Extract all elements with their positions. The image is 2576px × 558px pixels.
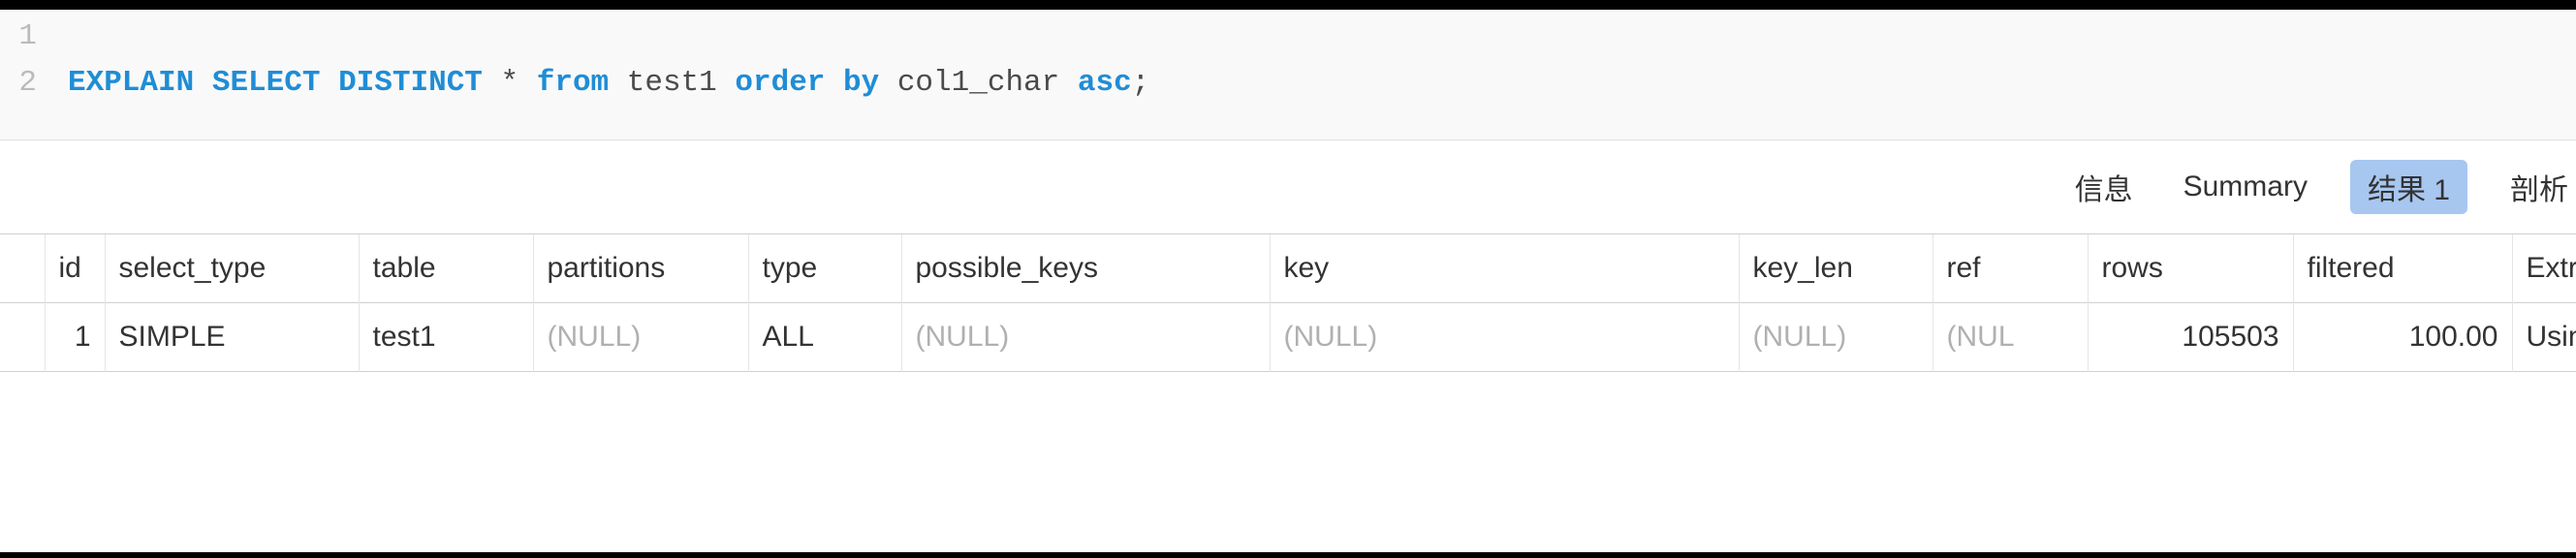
- col-rows[interactable]: rows: [2088, 234, 2293, 303]
- col-extra[interactable]: Extra: [2512, 234, 2576, 303]
- cell-select-type[interactable]: SIMPLE: [105, 303, 359, 372]
- col-table[interactable]: table: [359, 234, 533, 303]
- col-select-type[interactable]: select_type: [105, 234, 359, 303]
- table-header-row: id select_type table partitions type pos…: [0, 234, 2576, 303]
- window-bottom-border: [0, 552, 2576, 558]
- sql-token: SELECT: [212, 66, 321, 100]
- cell-partitions[interactable]: (NULL): [533, 303, 748, 372]
- col-id[interactable]: id: [45, 234, 105, 303]
- sql-token: *: [501, 66, 519, 100]
- line-number: 1: [0, 14, 68, 60]
- results-grid[interactable]: id select_type table partitions type pos…: [0, 233, 2576, 372]
- col-partitions[interactable]: partitions: [533, 234, 748, 303]
- sql-editor[interactable]: 1 2 EXPLAIN SELECT DISTINCT * from test1…: [0, 10, 2576, 140]
- cell-table[interactable]: test1: [359, 303, 533, 372]
- null-value: (NULL): [1284, 321, 1378, 353]
- code-content[interactable]: EXPLAIN SELECT DISTINCT * from test1 ord…: [68, 60, 1149, 107]
- sql-token: [518, 66, 537, 100]
- col-ref[interactable]: ref: [1932, 234, 2088, 303]
- sql-token: from: [537, 66, 609, 100]
- sql-token: order by: [735, 66, 879, 100]
- cell-id[interactable]: 1: [45, 303, 105, 372]
- table-row[interactable]: 1 SIMPLE test1 (NULL) ALL (NULL) (NULL) …: [0, 303, 2576, 372]
- cell-ref[interactable]: (NUL: [1932, 303, 2088, 372]
- results-tabs: 信息 Summary 结果 1 剖析: [0, 140, 2576, 233]
- col-filtered[interactable]: filtered: [2293, 234, 2512, 303]
- col-possible-keys[interactable]: possible_keys: [901, 234, 1270, 303]
- cell-key[interactable]: (NULL): [1270, 303, 1739, 372]
- col-type[interactable]: type: [748, 234, 901, 303]
- tab-profile[interactable]: 剖析: [2502, 160, 2576, 214]
- null-value: (NUL: [1947, 321, 2015, 353]
- sql-token: [194, 66, 212, 100]
- line-number: 2: [0, 60, 68, 107]
- row-handle[interactable]: [0, 303, 45, 372]
- sql-token: DISTINCT: [338, 66, 483, 100]
- explain-table: id select_type table partitions type pos…: [0, 234, 2576, 372]
- cell-filtered[interactable]: 100.00: [2293, 303, 2512, 372]
- cell-extra[interactable]: Using: [2512, 303, 2576, 372]
- col-key[interactable]: key: [1270, 234, 1739, 303]
- sql-token: col1_char: [879, 66, 1078, 100]
- col-key-len[interactable]: key_len: [1739, 234, 1932, 303]
- null-value: (NULL): [548, 321, 642, 353]
- cell-key-len[interactable]: (NULL): [1739, 303, 1932, 372]
- sql-token: EXPLAIN: [68, 66, 194, 100]
- code-line-1: 1: [0, 14, 2576, 60]
- code-line-2: 2 EXPLAIN SELECT DISTINCT * from test1 o…: [0, 60, 2576, 107]
- tab-summary[interactable]: Summary: [2176, 165, 2315, 209]
- null-value: (NULL): [1753, 321, 1847, 353]
- sql-token: test1: [609, 66, 735, 100]
- tab-results[interactable]: 结果 1: [2350, 160, 2467, 214]
- sql-token: [320, 66, 338, 100]
- sql-token: asc: [1078, 66, 1132, 100]
- sql-token: [483, 66, 501, 100]
- null-value: (NULL): [916, 321, 1010, 353]
- row-handle-header: [0, 234, 45, 303]
- cell-type[interactable]: ALL: [748, 303, 901, 372]
- window-top-border: [0, 0, 2576, 10]
- cell-possible-keys[interactable]: (NULL): [901, 303, 1270, 372]
- tab-info[interactable]: 信息: [2067, 160, 2141, 214]
- sql-token: ;: [1132, 66, 1150, 100]
- cell-rows[interactable]: 105503: [2088, 303, 2293, 372]
